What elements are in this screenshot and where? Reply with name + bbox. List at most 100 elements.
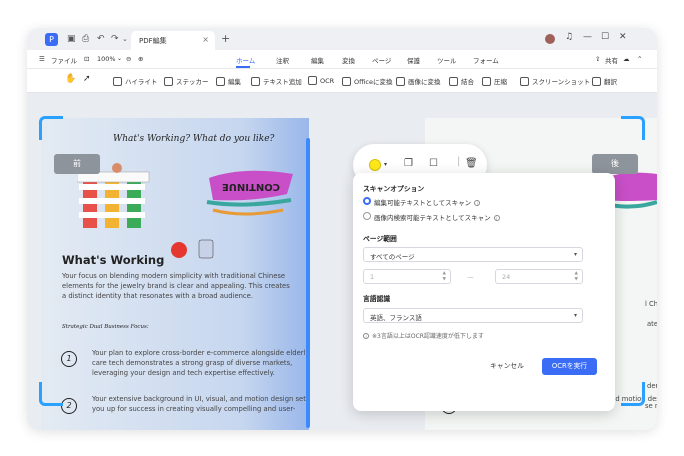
color-picker-swatch[interactable] bbox=[369, 159, 381, 171]
redo-icon[interactable]: ↷ bbox=[111, 33, 119, 45]
close-window-icon[interactable]: ✕ bbox=[619, 32, 627, 42]
merge-tool[interactable]: 結合 bbox=[449, 76, 474, 86]
tab-annotate[interactable]: 注釈 bbox=[276, 55, 289, 65]
save-icon[interactable]: ▣ bbox=[67, 33, 76, 45]
hand-mini-icon[interactable]: ⊡ bbox=[84, 55, 89, 63]
language-select[interactable]: 英語、フランス語 ▾ bbox=[363, 308, 583, 323]
ocr-tool[interactable]: OCR bbox=[308, 76, 334, 85]
corner-bracket-bl bbox=[39, 382, 63, 406]
screenshot-icon bbox=[520, 77, 529, 86]
compare-divider[interactable] bbox=[306, 138, 310, 428]
page-range-select[interactable]: すべてのページ ▾ bbox=[363, 247, 583, 262]
print-icon[interactable]: ⎙ bbox=[82, 33, 89, 45]
image-icon bbox=[396, 77, 405, 86]
zoom-level[interactable]: 100% bbox=[97, 55, 116, 63]
close-tab-icon[interactable]: × bbox=[202, 35, 209, 44]
edit-icon bbox=[216, 77, 225, 86]
stepper-icon[interactable]: ▲ ▼ bbox=[443, 271, 446, 282]
language-label: 言語認識 bbox=[363, 295, 391, 303]
compress-label: 圧縮 bbox=[494, 78, 507, 86]
chevron-down-icon[interactable]: ⌄ bbox=[117, 55, 122, 62]
avatar[interactable] bbox=[545, 34, 555, 44]
compress-tool[interactable]: 圧縮 bbox=[482, 76, 507, 86]
radio-searchable-text[interactable] bbox=[363, 212, 371, 220]
add-text-tool[interactable]: テキスト追加 bbox=[251, 76, 302, 86]
fruit-stickers bbox=[171, 239, 214, 259]
option-editable-text[interactable]: 編集可能テキストとしてスキャン i bbox=[374, 197, 481, 207]
undo-icon[interactable]: ↶ bbox=[97, 33, 105, 45]
continue-flag-illustration: CONTINUE bbox=[206, 170, 293, 216]
office-convert-tool[interactable]: Officeに変換 bbox=[342, 76, 392, 86]
tab-form[interactable]: フォーム bbox=[473, 55, 499, 65]
tab-convert[interactable]: 変換 bbox=[342, 55, 355, 65]
menu-icon[interactable]: ☰ bbox=[39, 55, 45, 63]
compress-icon bbox=[482, 77, 491, 86]
translate-tool[interactable]: 翻訳 bbox=[592, 76, 617, 86]
app-logo-icon[interactable]: P bbox=[45, 33, 58, 46]
hand-icon[interactable]: ✋ bbox=[65, 74, 76, 84]
minimize-icon[interactable]: — bbox=[583, 32, 592, 42]
tab-home[interactable]: ホーム bbox=[236, 55, 255, 65]
strategic-label: Strategic Dual Business Focus: bbox=[62, 324, 149, 330]
document-tab[interactable]: PDF編集 × bbox=[131, 31, 215, 50]
highlight-tool[interactable]: ハイライト bbox=[113, 76, 157, 86]
intro-paragraph: Your focus on blending modern simplicity… bbox=[62, 272, 290, 300]
stepper-icon[interactable]: ▲ ▼ bbox=[575, 271, 578, 282]
chevron-down-icon[interactable]: ▾ bbox=[384, 161, 387, 168]
from-page-input[interactable]: 1 ▲ ▼ bbox=[363, 269, 451, 284]
cloud-icon[interactable]: ☁ bbox=[623, 55, 630, 63]
highlight-label: ハイライト bbox=[125, 78, 158, 86]
tab-page[interactable]: ページ bbox=[372, 55, 391, 65]
ocr-icon bbox=[308, 76, 317, 85]
bell-icon[interactable]: ♫ bbox=[565, 32, 573, 42]
radio-editable-text[interactable] bbox=[363, 197, 371, 205]
tool-bar: ✋ ➚ ハイライト ステッカー 編集 テキスト追加 OCR Officeに変換 … bbox=[27, 69, 657, 93]
tab-protect[interactable]: 保護 bbox=[407, 55, 420, 65]
share-icon[interactable]: ⇪ bbox=[595, 55, 600, 63]
option-searchable-text[interactable]: 画像内検索可能テキストとしてスキャン i bbox=[374, 212, 500, 222]
merge-icon bbox=[449, 77, 458, 86]
info-icon[interactable]: i bbox=[474, 200, 481, 206]
page-range-value: すべてのページ bbox=[370, 253, 415, 261]
menu-file[interactable]: ファイル bbox=[51, 55, 77, 65]
after-badge: 後 bbox=[592, 154, 638, 174]
share-button[interactable]: 共有 bbox=[605, 55, 618, 65]
maximize-icon[interactable]: ☐ bbox=[601, 32, 609, 42]
tab-tools[interactable]: ツール bbox=[437, 55, 457, 65]
tab-edit[interactable]: 編集 bbox=[311, 55, 324, 65]
chevron-down-icon: ▾ bbox=[573, 312, 577, 319]
zoom-out-icon[interactable]: ⊖ bbox=[126, 55, 131, 63]
before-badge: 前 bbox=[54, 154, 100, 174]
run-ocr-button[interactable]: OCRを実行 bbox=[542, 358, 597, 375]
trash-icon[interactable]: 🗑 bbox=[465, 158, 478, 169]
option-editable-label: 編集可能テキストとしてスキャン bbox=[374, 199, 472, 207]
chevron-down-icon[interactable]: ⌄ bbox=[122, 33, 128, 45]
language-note: i ※3言語以上はOCR認識速度が低下します bbox=[363, 331, 484, 340]
item-1-text: Your plan to explore cross-border e-comm… bbox=[92, 349, 309, 377]
to-page-input[interactable]: 24 ▲ ▼ bbox=[495, 269, 583, 284]
corner-bracket-tr bbox=[621, 116, 645, 140]
edit-tool[interactable]: 編集 bbox=[216, 76, 241, 86]
comment-icon[interactable]: ☐ bbox=[429, 158, 438, 169]
language-value: 英語、フランス語 bbox=[370, 314, 422, 322]
merge-label: 結合 bbox=[461, 78, 474, 86]
range-dash: — bbox=[467, 273, 474, 281]
option-searchable-label: 画像内検索可能テキストとしてスキャン bbox=[374, 214, 491, 222]
tab-title: PDF編集 bbox=[139, 37, 167, 45]
scan-options-label: スキャンオプション bbox=[363, 185, 425, 193]
image-convert-tool[interactable]: 画像に変換 bbox=[396, 76, 441, 86]
office-icon bbox=[342, 77, 351, 86]
zoom-in-icon[interactable]: ⊕ bbox=[138, 55, 143, 63]
sticker-tool[interactable]: ステッカー bbox=[164, 76, 209, 86]
screenshot-tool[interactable]: スクリーンショット bbox=[520, 76, 590, 86]
cursor-icon[interactable]: ➚ bbox=[83, 74, 91, 84]
new-tab-button[interactable]: + bbox=[221, 32, 230, 45]
more-icon[interactable]: ⌃ bbox=[637, 55, 642, 63]
page-range-label: ページ範囲 bbox=[363, 235, 397, 243]
info-icon[interactable]: i bbox=[493, 215, 500, 221]
copy-icon[interactable]: ❐ bbox=[404, 158, 413, 169]
app-window: P ▣ ⎙ ↶ ↷ ⌄ PDF編集 × + ♫ — ☐ ✕ ☰ ファイル ⊡ 1… bbox=[27, 28, 657, 430]
cancel-button[interactable]: キャンセル bbox=[483, 358, 531, 375]
script-heading: What's Working? What do you like? bbox=[113, 134, 275, 144]
right-fragment-2: ates a bbox=[647, 320, 657, 328]
